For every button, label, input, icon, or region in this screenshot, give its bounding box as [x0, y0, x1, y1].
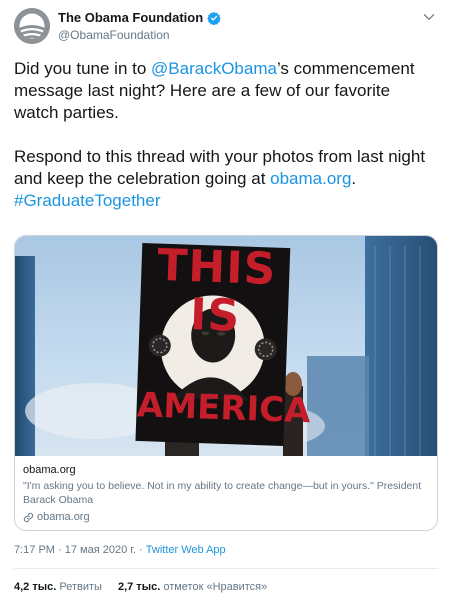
link-card[interactable]: THIS IS AMERICA obama.org "I'm asking yo… [14, 235, 438, 531]
card-link-text[interactable]: obama.org [37, 510, 90, 525]
retweets-stat[interactable]: 4,2 тыс. Ретвиты [14, 580, 102, 594]
author-handle[interactable]: @ObamaFoundation [58, 27, 221, 43]
display-name-row[interactable]: The Obama Foundation [58, 10, 221, 26]
tweet-timestamp: 7:17 PM · 17 мая 2020 г. · Twitter Web A… [14, 543, 226, 557]
sign-text-top: THIS IS [156, 239, 278, 342]
hashtag-link[interactable]: #GraduateTogether [14, 191, 161, 210]
retweets-count: 4,2 тыс. [14, 581, 57, 593]
likes-stat[interactable]: 2,7 тыс. отметок «Нравится» [118, 580, 267, 594]
verified-badge-icon [207, 11, 221, 25]
separator: · [136, 544, 146, 556]
text-segment: . [351, 169, 357, 188]
separator: · [54, 544, 65, 556]
divider [14, 568, 438, 569]
engagement-stats: 4,2 тыс. Ретвиты 2,7 тыс. отметок «Нрави… [14, 580, 267, 594]
sign-text-bottom: AMERICA [136, 385, 312, 432]
card-link-row[interactable]: obama.org [23, 510, 431, 525]
display-name[interactable]: The Obama Foundation [58, 10, 203, 26]
card-description: "I'm asking you to believe. Not in my ab… [23, 480, 422, 506]
website-link[interactable]: obama.org [270, 169, 351, 188]
author-names: The Obama Foundation @ObamaFoundation [58, 10, 221, 43]
tweet-header: The Obama Foundation @ObamaFoundation [14, 8, 438, 48]
text-segment: Respond to this thread with your photos … [14, 147, 426, 188]
date[interactable]: 17 мая 2020 г. [65, 544, 136, 556]
time[interactable]: 7:17 PM [14, 544, 55, 556]
obama-foundation-logo [14, 8, 50, 44]
mention-link[interactable]: @BarackObama [151, 59, 277, 78]
source-link[interactable]: Twitter Web App [146, 544, 226, 556]
likes-count: 2,7 тыс. [117, 581, 161, 593]
chevron-down-icon[interactable] [422, 10, 436, 24]
retweets-label: Ретвиты [59, 581, 102, 593]
hashtag-line: #GraduateTogether [14, 190, 438, 212]
tweet-paragraph-1: Did you tune in to @BarackObama’s commen… [14, 58, 438, 124]
likes-label: отметок «Нравится» [163, 581, 268, 593]
avatar[interactable] [14, 8, 50, 44]
tweet-text: Did you tune in to @BarackObama’s commen… [14, 58, 438, 212]
link-icon [23, 512, 34, 523]
text-segment: Did you tune in to [14, 59, 152, 78]
card-meta: obama.org "I'm asking you to believe. No… [23, 463, 431, 525]
card-image[interactable]: THIS IS AMERICA [15, 236, 437, 456]
tweet-paragraph-2: Respond to this thread with your photos … [14, 146, 438, 190]
tweet: The Obama Foundation @ObamaFoundation Di… [0, 0, 450, 610]
card-domain: obama.org [23, 464, 76, 476]
